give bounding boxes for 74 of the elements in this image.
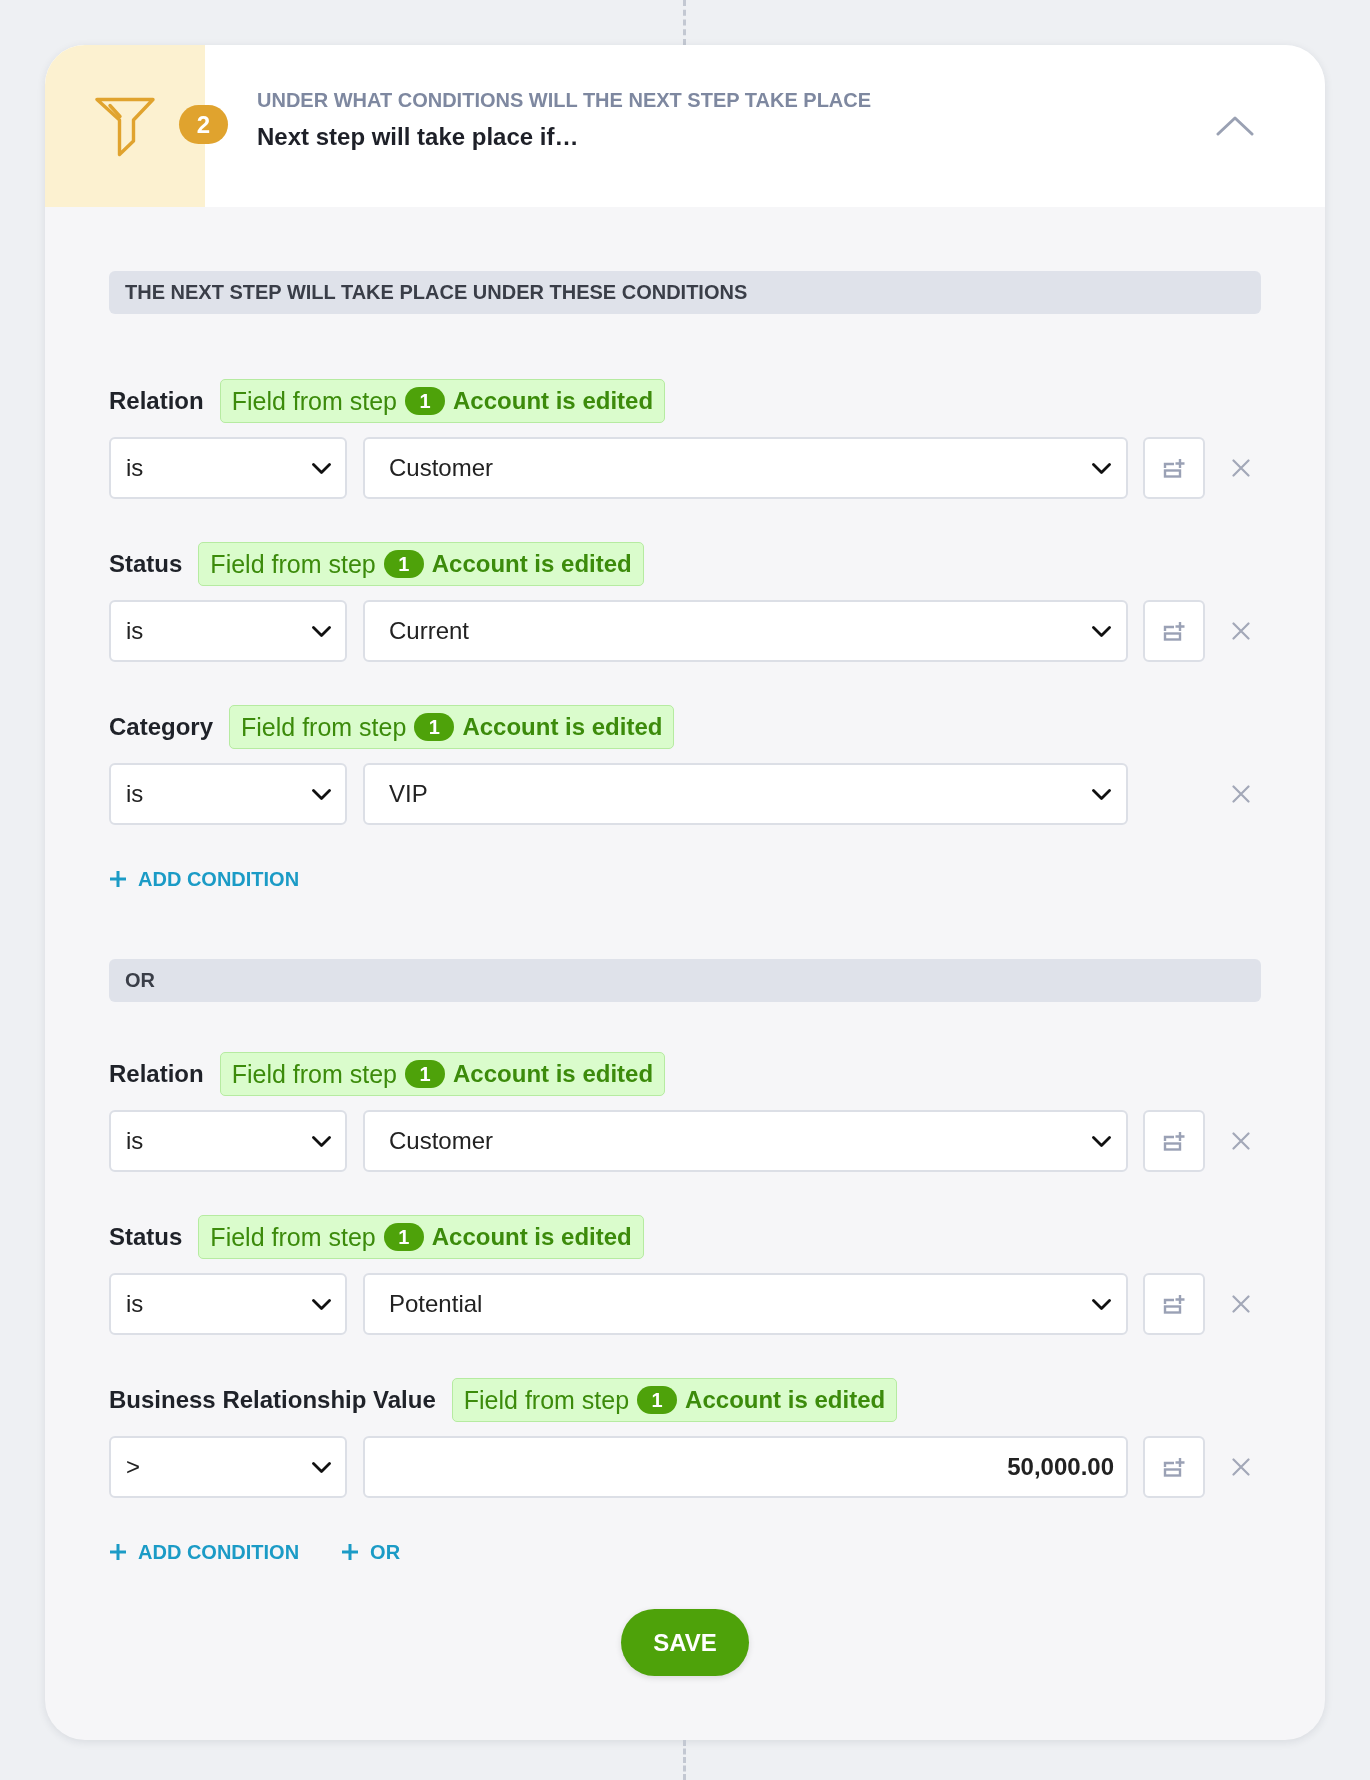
add-field-icon bbox=[1163, 1131, 1185, 1151]
add-field-icon bbox=[1163, 1294, 1185, 1314]
condition-label: Status bbox=[109, 1223, 183, 1251]
add-field-icon bbox=[1163, 458, 1185, 478]
header-subtitle: UNDER WHAT CONDITIONS WILL THE NEXT STEP TAKE PLACE bbox=[257, 88, 872, 112]
step-number-badge: 1 bbox=[405, 387, 446, 415]
chevron-down-icon bbox=[1092, 1135, 1111, 1147]
value-select[interactable]: Customer bbox=[363, 1110, 1128, 1172]
close-icon[interactable] bbox=[1232, 1132, 1250, 1150]
chevron-down-icon bbox=[1092, 625, 1111, 637]
step-number-badge: 1 bbox=[414, 713, 455, 741]
value-input[interactable]: 50,000.00 bbox=[363, 1436, 1128, 1498]
close-icon[interactable] bbox=[1232, 1458, 1250, 1476]
value-select[interactable]: Current bbox=[363, 600, 1128, 662]
step-number-badge: 1 bbox=[383, 1223, 424, 1251]
chevron-down-icon bbox=[312, 1135, 331, 1147]
operator-select[interactable]: is bbox=[109, 437, 347, 499]
close-icon[interactable] bbox=[1232, 622, 1250, 640]
source-event: Account is edited bbox=[462, 713, 663, 741]
add-field-icon bbox=[1163, 621, 1185, 641]
source-event: Account is edited bbox=[685, 1386, 886, 1414]
add-field-icon bbox=[1163, 1457, 1185, 1477]
section-heading: OR bbox=[109, 959, 1261, 1002]
insert-field-button[interactable] bbox=[1143, 1436, 1205, 1498]
chevron-up-icon[interactable] bbox=[1216, 116, 1254, 136]
operator-select[interactable]: is bbox=[109, 1273, 347, 1335]
plus-icon bbox=[109, 1543, 127, 1561]
source-label: Field from step bbox=[210, 549, 376, 579]
chevron-down-icon bbox=[312, 462, 331, 474]
chevron-down-icon bbox=[312, 1461, 331, 1473]
chevron-down-icon bbox=[1092, 788, 1111, 800]
header-title: Next step will take place if… bbox=[257, 123, 579, 151]
operator-select[interactable]: is bbox=[109, 600, 347, 662]
source-label: Field from step bbox=[463, 1385, 630, 1415]
operator-select[interactable]: > bbox=[109, 1436, 347, 1498]
operator-select[interactable]: is bbox=[109, 763, 347, 825]
source-event: Account is edited bbox=[431, 1223, 632, 1251]
condition-label: Business Relationship Value bbox=[109, 1386, 436, 1414]
step-number-badge: 1 bbox=[405, 1060, 446, 1088]
section-heading: THE NEXT STEP WILL TAKE PLACE UNDER THESE CONDITIONS bbox=[109, 271, 1261, 314]
source-label: Field from step bbox=[231, 1059, 398, 1089]
operator-select[interactable]: is bbox=[109, 1110, 347, 1172]
step-number-badge: 2 bbox=[179, 105, 228, 144]
close-icon[interactable] bbox=[1232, 459, 1250, 477]
chevron-down-icon bbox=[1092, 1298, 1111, 1310]
connector-line bbox=[683, 1740, 686, 1780]
close-icon[interactable] bbox=[1232, 785, 1250, 803]
condition-label: Status bbox=[109, 550, 183, 578]
source-event: Account is edited bbox=[453, 387, 654, 415]
value-select[interactable]: VIP bbox=[363, 763, 1128, 825]
close-icon[interactable] bbox=[1232, 1295, 1250, 1313]
source-label: Field from step bbox=[210, 1222, 376, 1252]
insert-field-button[interactable] bbox=[1143, 600, 1205, 662]
plus-icon bbox=[341, 1543, 360, 1561]
condition-label: Category bbox=[109, 713, 214, 741]
chevron-down-icon bbox=[312, 1298, 331, 1310]
chevron-down-icon bbox=[1092, 462, 1111, 474]
condition-label: Relation bbox=[109, 1060, 204, 1088]
condition-label: Relation bbox=[109, 387, 204, 415]
step-number-badge: 1 bbox=[637, 1386, 678, 1414]
funnel-icon bbox=[95, 97, 155, 157]
source-event: Account is edited bbox=[431, 550, 632, 578]
value-select[interactable]: Potential bbox=[363, 1273, 1128, 1335]
source-label: Field from step bbox=[231, 386, 398, 416]
insert-field-button[interactable] bbox=[1143, 1110, 1205, 1172]
plus-icon bbox=[109, 870, 127, 888]
chevron-down-icon bbox=[312, 625, 331, 637]
source-label: Field from step bbox=[241, 712, 407, 742]
value-select[interactable]: Customer bbox=[363, 437, 1128, 499]
insert-field-button[interactable] bbox=[1143, 1273, 1205, 1335]
step-number-badge: 1 bbox=[383, 550, 424, 578]
chevron-down-icon bbox=[312, 788, 331, 800]
insert-field-button[interactable] bbox=[1143, 437, 1205, 499]
source-event: Account is edited bbox=[453, 1060, 654, 1088]
